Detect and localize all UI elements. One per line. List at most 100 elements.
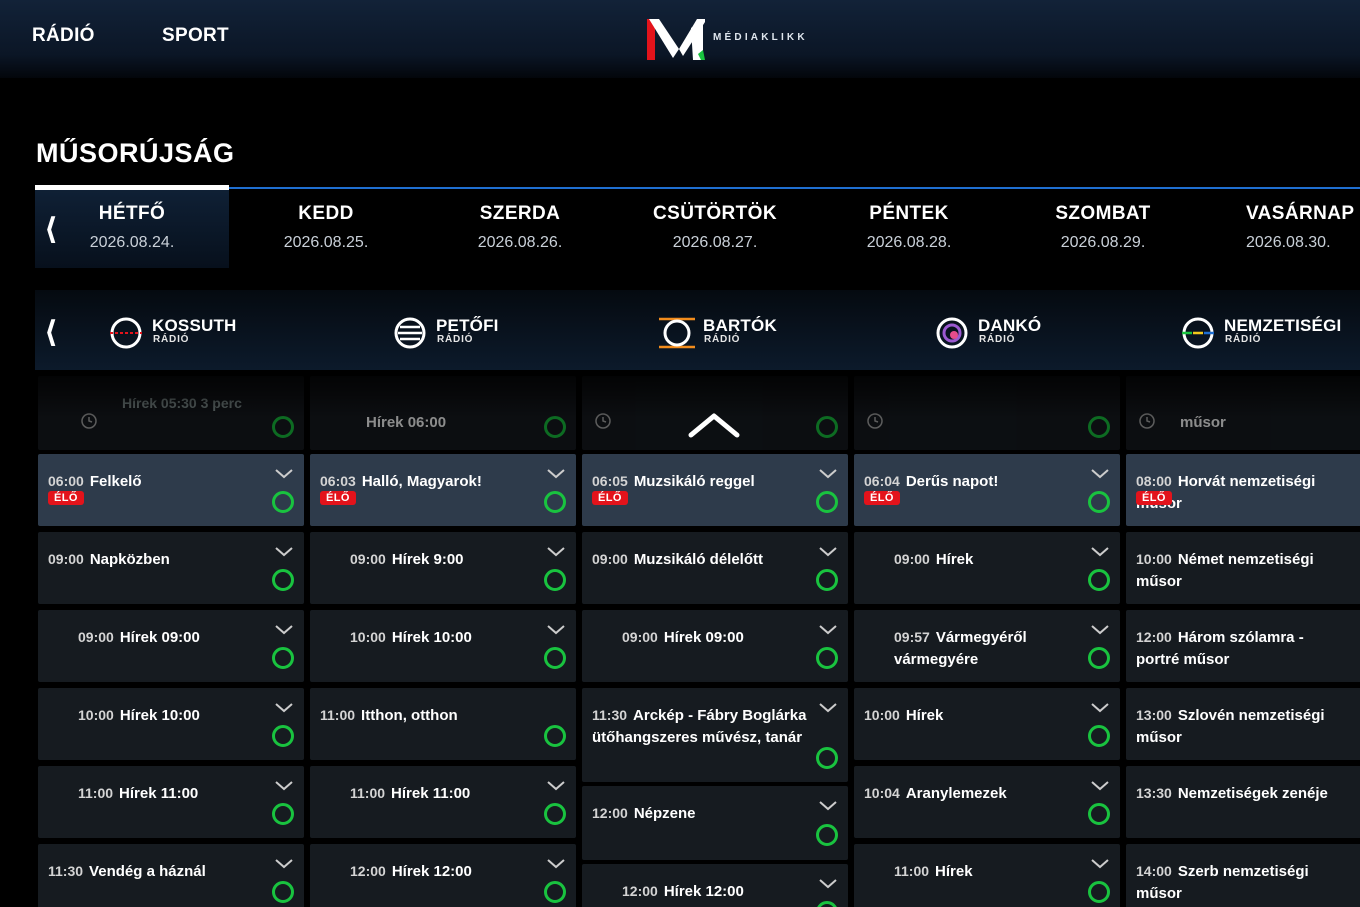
play-ring-icon[interactable] [544,416,566,438]
prev-station-chevron-icon[interactable]: ⟨ [44,315,58,350]
station-kossuth[interactable]: KOSSUTH RÁDIÓ [108,313,248,353]
play-ring-icon[interactable] [816,569,838,591]
program-card[interactable] [854,376,1120,450]
play-ring-icon[interactable] [1088,569,1110,591]
program-card[interactable]: 09:00 Muzsikáló délelőtt [582,532,848,604]
chevron-down-icon[interactable] [1090,546,1110,558]
program-card[interactable]: 14:00 Szerb nemzetiségi műsor [1126,844,1360,907]
nav-radio-link[interactable]: RÁDIÓ [32,25,95,47]
chevron-down-icon[interactable] [818,878,838,890]
program-card[interactable]: 12:00 Hírek 12:00 [310,844,576,907]
program-card[interactable]: 13:30 Nemzetiségek zenéje [1126,766,1360,838]
play-ring-icon[interactable] [1088,881,1110,903]
program-card[interactable]: 10:00 Hírek 10:00 [310,610,576,682]
program-card[interactable]: műsor [1126,376,1360,450]
chevron-down-icon[interactable] [274,858,294,870]
chevron-down-icon[interactable] [274,468,294,480]
play-ring-icon[interactable] [272,881,294,903]
chevron-down-icon[interactable] [1090,624,1110,636]
program-card[interactable]: 11:00 Hírek [854,844,1120,907]
program-card[interactable]: 09:57 Vármegyéről vármegyére [854,610,1120,682]
play-ring-icon[interactable] [816,747,838,769]
play-ring-icon[interactable] [1088,491,1110,513]
program-card[interactable]: 09:00 Napközben [38,532,304,604]
play-ring-icon[interactable] [272,725,294,747]
play-ring-icon[interactable] [816,901,838,907]
day-tab-thursday[interactable]: CSÜTÖRTÖK 2026.08.27. [618,203,812,252]
day-tab-sunday[interactable]: VASÁRNAP 2026.08.30. [1200,203,1360,252]
chevron-down-icon[interactable] [546,780,566,792]
chevron-down-icon[interactable] [274,780,294,792]
nav-sport-link[interactable]: SPORT [162,25,229,47]
play-ring-icon[interactable] [1088,803,1110,825]
play-ring-icon[interactable] [272,569,294,591]
day-tab-wednesday[interactable]: SZERDA 2026.08.26. [423,203,617,252]
program-card[interactable]: 12:00 Népzene [582,786,848,860]
chevron-down-icon[interactable] [818,800,838,812]
chevron-down-icon[interactable] [1090,780,1110,792]
play-ring-icon[interactable] [544,803,566,825]
play-ring-icon[interactable] [816,647,838,669]
chevron-down-icon[interactable] [1090,702,1110,714]
chevron-down-icon[interactable] [1090,858,1110,870]
day-tab-saturday[interactable]: SZOMBAT 2026.08.29. [1006,203,1200,252]
station-nemzetisegi[interactable]: NEMZETISÉGI RÁDIÓ [1180,313,1360,353]
play-ring-icon[interactable] [1088,647,1110,669]
play-ring-icon[interactable] [816,824,838,846]
program-card[interactable]: 10:00 Német nemzetiségi műsor [1126,532,1360,604]
chevron-down-icon[interactable] [818,702,838,714]
program-card[interactable]: 09:00 Hírek 9:00 [310,532,576,604]
play-ring-icon[interactable] [816,491,838,513]
station-bartok[interactable]: BARTÓK RÁDIÓ [659,313,789,353]
play-ring-icon[interactable] [1088,416,1110,438]
program-card[interactable]: 11:00 Itthon, otthon [310,688,576,760]
program-card-live[interactable]: 06:04 Derűs napot! ÉLŐ [854,454,1120,526]
program-card[interactable]: 13:00 Szlovén nemzetiségi műsor [1126,688,1360,760]
play-ring-icon[interactable] [272,491,294,513]
program-card[interactable]: 10:00 Hírek 10:00 [38,688,304,760]
chevron-down-icon[interactable] [546,858,566,870]
chevron-down-icon[interactable] [546,468,566,480]
program-card[interactable]: 10:00 Hírek [854,688,1120,760]
scroll-up-chevron-icon[interactable] [688,412,740,438]
chevron-down-icon[interactable] [1090,468,1110,480]
program-card[interactable]: 11:00 Hírek 11:00 [38,766,304,838]
station-petofi[interactable]: PETŐFI RÁDIÓ [392,313,512,353]
program-card[interactable]: 11:30 Vendég a háznál [38,844,304,907]
day-tab-tuesday[interactable]: KEDD 2026.08.25. [229,203,423,252]
station-danko[interactable]: DANKÓ RÁDIÓ [934,313,1054,353]
chevron-down-icon[interactable] [546,624,566,636]
program-card[interactable]: 09:00 Hírek 09:00 [38,610,304,682]
program-card[interactable]: 09:00 Hírek 09:00 [582,610,848,682]
play-ring-icon[interactable] [1088,725,1110,747]
day-tab-monday[interactable]: HÉTFŐ 2026.08.24. [35,203,229,252]
chevron-down-icon[interactable] [818,546,838,558]
chevron-down-icon[interactable] [546,546,566,558]
play-ring-icon[interactable] [272,803,294,825]
program-card[interactable]: 12:00 Hírek 12:00 [582,864,848,907]
play-ring-icon[interactable] [816,416,838,438]
program-card[interactable]: Hírek 05:30 3 perc [38,376,304,450]
play-ring-icon[interactable] [544,881,566,903]
program-card-live[interactable]: 06:03 Halló, Magyarok! ÉLŐ [310,454,576,526]
chevron-down-icon[interactable] [274,624,294,636]
play-ring-icon[interactable] [544,725,566,747]
program-card[interactable]: 09:00 Hírek [854,532,1120,604]
play-ring-icon[interactable] [272,647,294,669]
program-card-live[interactable]: 06:05 Muzsikáló reggel ÉLŐ [582,454,848,526]
play-ring-icon[interactable] [544,647,566,669]
mediaklikk-logo[interactable]: MÉDIAKLIKK [645,16,825,62]
program-card[interactable]: 12:00 Három szólamra - portré műsor [1126,610,1360,682]
program-card-live[interactable]: 08:00Horvát nemzetiségi műsor ÉLŐ [1126,454,1360,526]
play-ring-icon[interactable] [544,491,566,513]
program-card[interactable]: Hírek 06:00 [310,376,576,450]
program-card-live[interactable]: 06:00 Felkelő ÉLŐ [38,454,304,526]
chevron-down-icon[interactable] [274,702,294,714]
program-card[interactable]: 11:30 Arckép - Fábry Boglárka ütőhangszer… [582,688,848,782]
day-tab-friday[interactable]: PÉNTEK 2026.08.28. [812,203,1006,252]
chevron-down-icon[interactable] [818,468,838,480]
program-card[interactable]: 11:00 Hírek 11:00 [310,766,576,838]
play-ring-icon[interactable] [272,416,294,438]
chevron-down-icon[interactable] [818,624,838,636]
chevron-down-icon[interactable] [274,546,294,558]
